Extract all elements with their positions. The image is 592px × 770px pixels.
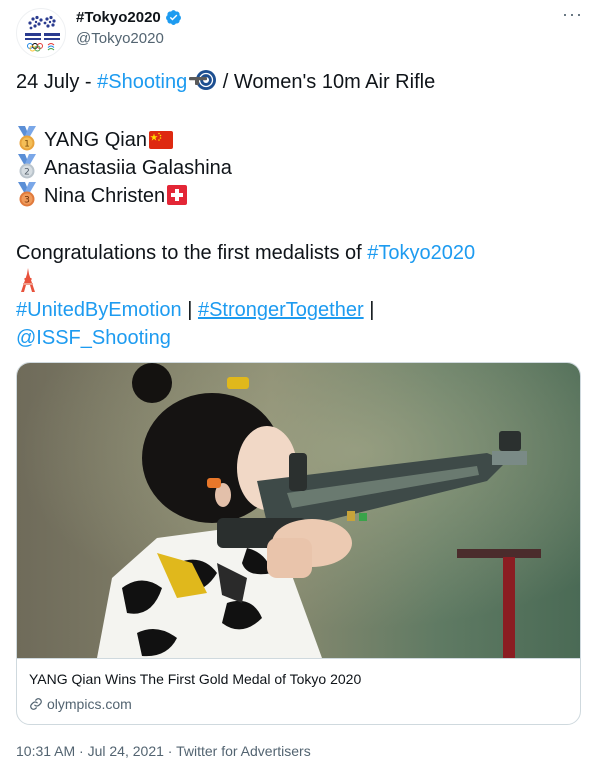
tweet-time[interactable]: 10:31 AM <box>16 743 75 759</box>
event-date: 24 July - <box>16 71 98 93</box>
medalist-name: YANG Qian <box>44 129 147 151</box>
medalist-name: Anastasiia Galashina <box>44 157 232 179</box>
svg-text:2: 2 <box>24 168 30 178</box>
mention-issf-shooting[interactable]: @ISSF_Shooting <box>16 327 171 349</box>
account-avatar[interactable] <box>16 8 66 58</box>
medalist-name: Nina Christen <box>44 185 166 207</box>
tweet-line-event: 24 July - #Shooting / Women's 10m Air Ri… <box>16 68 435 100</box>
tokyo2020-logo-icon <box>25 15 60 52</box>
account-name[interactable]: #Tokyo2020 <box>76 9 161 26</box>
meta-dot: · <box>163 743 177 759</box>
link-icon <box>30 698 42 710</box>
shooting-emoji-icon <box>189 68 217 100</box>
account-name-row[interactable]: #Tokyo2020 <box>76 9 182 26</box>
medalist-row: 2 Anastasiia Galashina <box>16 154 232 182</box>
tweet-date[interactable]: Jul 24, 2021 <box>88 743 164 759</box>
link-card[interactable]: YANG Qian Wins The First Gold Medal of T… <box>16 362 581 725</box>
congrats-text: Congratulations to the first medalists o… <box>16 242 368 264</box>
hashtag-shooting[interactable]: #Shooting <box>97 71 187 93</box>
medalist-row: 1 YANG Qian <box>16 126 173 154</box>
mention-line: @ISSF_Shooting <box>16 324 171 352</box>
silver-medal-icon: 2 <box>18 154 36 179</box>
verified-badge-icon <box>165 10 181 25</box>
tweet-source[interactable]: Twitter for Advertisers <box>176 743 311 759</box>
separator: | <box>363 299 375 321</box>
more-options-icon[interactable]: ··· <box>562 4 583 25</box>
separator: | <box>181 299 198 321</box>
hashtag-tokyo2020[interactable]: #Tokyo2020 <box>367 242 475 264</box>
hashtag-strongertogether[interactable]: #StrongerTogether <box>198 299 364 321</box>
card-domain: olympics.com <box>47 696 132 712</box>
event-name: / Women's 10m Air Rifle <box>217 71 436 93</box>
meta-dot: · <box>75 743 88 759</box>
card-divider <box>17 658 580 659</box>
account-handle[interactable]: @Tokyo2020 <box>76 30 164 47</box>
congrats-line: Congratulations to the first medalists o… <box>16 239 475 267</box>
tokyo-tower-icon <box>18 268 38 297</box>
card-domain-row[interactable]: olympics.com <box>29 696 132 712</box>
bronze-medal-icon: 3 <box>18 182 36 207</box>
tweet-metadata: 10:31 AM · Jul 24, 2021 · Twitter for Ad… <box>16 743 311 759</box>
card-title[interactable]: YANG Qian Wins The First Gold Medal of T… <box>29 671 361 687</box>
medalist-row: 3 Nina Christen <box>16 182 188 210</box>
china-flag-icon <box>149 131 173 149</box>
svg-text:1: 1 <box>24 140 30 150</box>
gold-medal-icon: 1 <box>18 126 36 151</box>
hashtag-unitedbyemotion[interactable]: #UnitedByEmotion <box>16 299 182 321</box>
swiss-flag-icon <box>167 185 188 205</box>
card-image[interactable] <box>17 363 581 658</box>
hashtags-line: #UnitedByEmotion | #StrongerTogether | <box>16 296 374 324</box>
svg-text:3: 3 <box>24 196 30 206</box>
